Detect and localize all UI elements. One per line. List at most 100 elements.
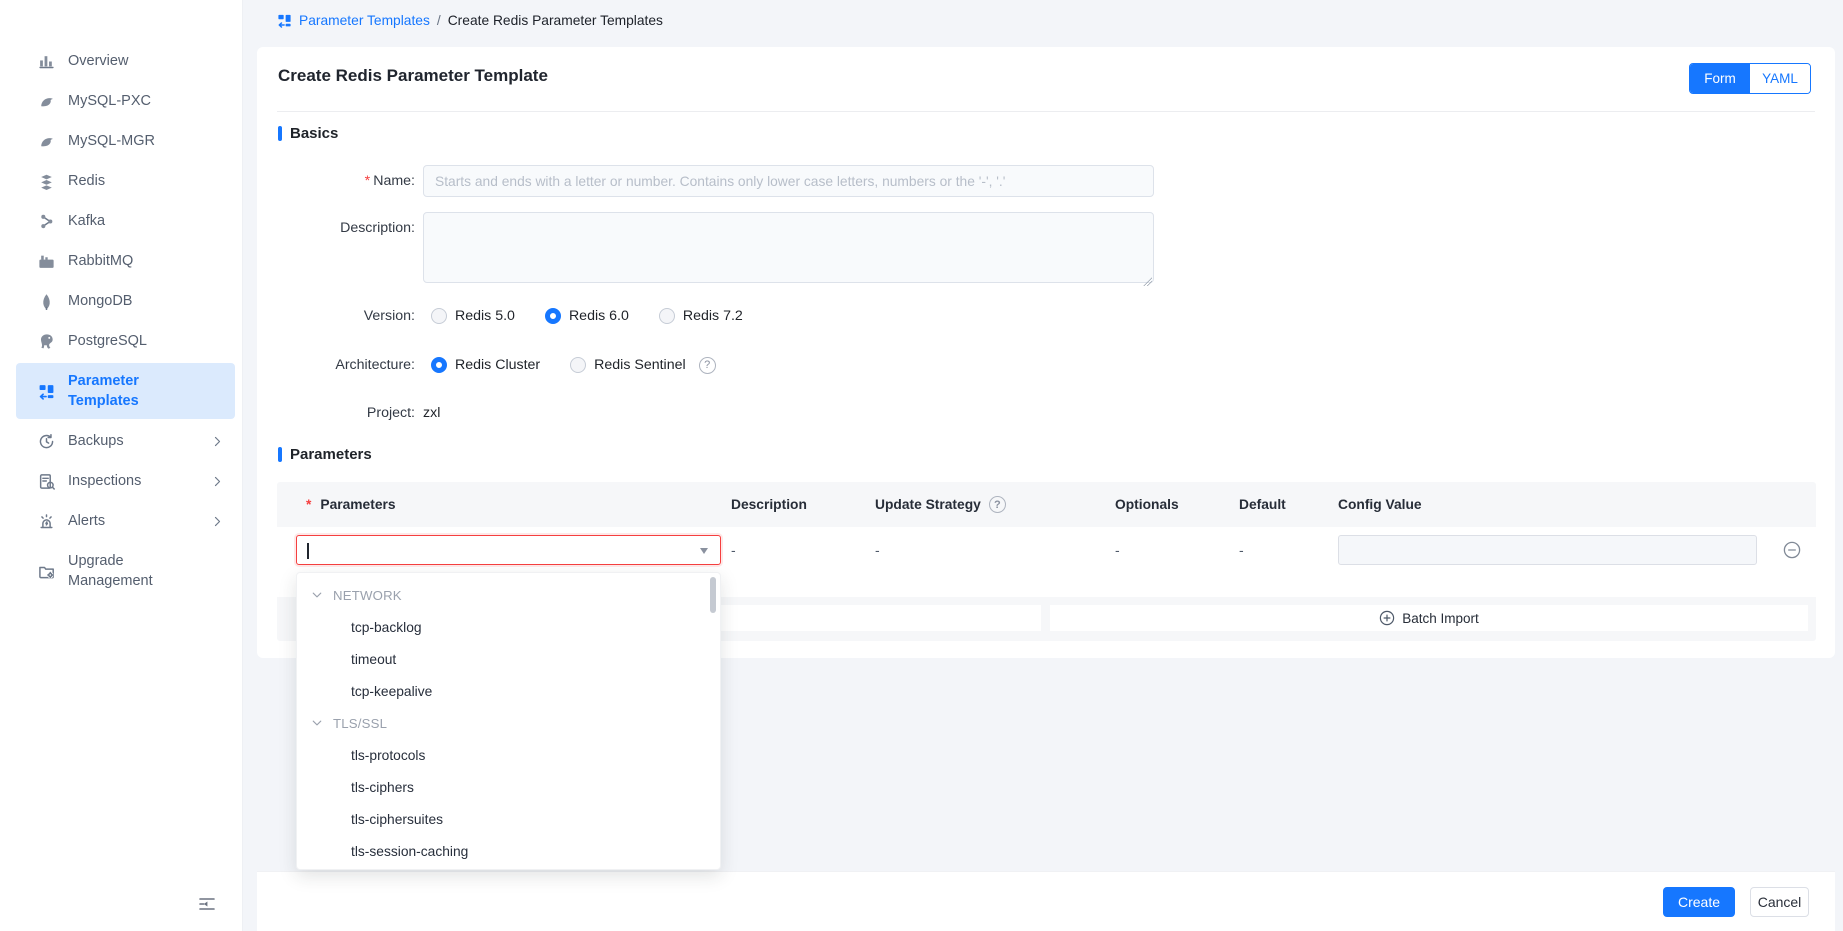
- radio-circle-icon: [659, 308, 675, 324]
- section-accent-bar: [278, 447, 282, 462]
- help-icon[interactable]: ?: [989, 496, 1006, 513]
- table-header-row: *Parameters Description Update Strategy?…: [277, 482, 1816, 527]
- chevron-right-icon: [211, 435, 224, 448]
- architecture-form-row: Architecture: Redis Cluster Redis Sentin…: [257, 349, 1835, 381]
- resize-handle-icon[interactable]: [1143, 277, 1152, 286]
- config-value-input[interactable]: [1338, 535, 1757, 565]
- sidebar-item-label: Redis: [68, 171, 105, 191]
- radio-redis-sentinel[interactable]: Redis Sentinel ?: [570, 357, 716, 374]
- sidebar-item-label: Overview: [68, 51, 128, 71]
- leaf-icon: [38, 293, 55, 310]
- sidebar-item-label: Inspections: [68, 471, 141, 491]
- sidebar-item-upgrade-management[interactable]: Upgrade Management: [0, 541, 242, 601]
- sidebar: Overview MySQL-PXC MySQL-MGR Redis Kafka: [0, 0, 243, 931]
- sidebar-item-parameter-templates[interactable]: Parameter Templates: [0, 361, 242, 421]
- sidebar-item-label: MySQL-PXC: [68, 91, 151, 111]
- sidebar-item-label: MongoDB: [68, 291, 132, 311]
- description-label: Description:: [257, 212, 415, 288]
- description-textarea[interactable]: [423, 212, 1154, 283]
- version-form-row: Version: Redis 5.0 Redis 6.0 Redis 7.2: [257, 300, 1835, 332]
- sidebar-item-overview[interactable]: Overview: [0, 41, 242, 81]
- radio-label: Redis 6.0: [569, 308, 629, 324]
- sidebar-item-backups[interactable]: Backups: [0, 421, 242, 461]
- default-cell: -: [1239, 535, 1338, 565]
- project-form-row: Project: zxl: [257, 397, 1835, 429]
- form-tab[interactable]: Form: [1690, 64, 1750, 93]
- sidebar-item-postgresql[interactable]: PostgreSQL: [0, 321, 242, 361]
- dropdown-option[interactable]: tls-session-caching: [297, 835, 720, 867]
- dropdown-option[interactable]: tls-protocols: [297, 739, 720, 771]
- sidebar-item-label: Backups: [68, 431, 124, 451]
- radio-redis-6-0[interactable]: Redis 6.0: [545, 308, 629, 324]
- radio-circle-icon: [431, 308, 447, 324]
- chevron-right-icon: [211, 475, 224, 488]
- column-header-description: Description: [731, 497, 875, 512]
- factory-icon: [38, 253, 55, 270]
- layers-icon: [38, 173, 55, 190]
- cancel-button[interactable]: Cancel: [1750, 887, 1809, 917]
- create-template-card: Create Redis Parameter Template Form YAM…: [257, 47, 1835, 658]
- sidebar-item-kafka[interactable]: Kafka: [0, 201, 242, 241]
- column-header-config-value: Config Value: [1338, 497, 1773, 512]
- sidebar-item-rabbitmq[interactable]: RabbitMQ: [0, 241, 242, 281]
- description-form-row: Description:: [257, 212, 1835, 288]
- siren-icon: [38, 513, 55, 530]
- remove-row-button[interactable]: [1783, 541, 1801, 559]
- radio-redis-cluster[interactable]: Redis Cluster: [431, 357, 540, 373]
- column-header-optionals: Optionals: [1115, 497, 1239, 512]
- dropdown-group-tls-ssl[interactable]: TLS/SSL: [297, 707, 720, 739]
- app-window: Overview MySQL-PXC MySQL-MGR Redis Kafka: [0, 0, 1843, 931]
- folder-gear-icon: [38, 563, 55, 580]
- dropdown-option[interactable]: tcp-backlog: [297, 611, 720, 643]
- help-icon[interactable]: ?: [699, 357, 716, 374]
- dropdown-group-network[interactable]: NETWORK: [297, 579, 720, 611]
- plus-circle-icon: [1379, 610, 1395, 626]
- breadcrumb-parent-link[interactable]: Parameter Templates: [299, 13, 430, 28]
- radio-circle-icon: [570, 357, 586, 373]
- section-accent-bar: [278, 126, 282, 141]
- sidebar-item-label: Alerts: [68, 511, 105, 531]
- sidebar-item-mongodb[interactable]: MongoDB: [0, 281, 242, 321]
- radio-redis-7-2[interactable]: Redis 7.2: [659, 308, 743, 324]
- restore-clock-icon: [38, 433, 55, 450]
- sidebar-item-label: PostgreSQL: [68, 331, 147, 351]
- radio-redis-5-0[interactable]: Redis 5.0: [431, 308, 515, 324]
- parameter-select[interactable]: [296, 535, 721, 565]
- dropdown-option[interactable]: tcp-keepalive: [297, 675, 720, 707]
- update-strategy-cell: -: [875, 535, 1115, 565]
- sidebar-item-label: RabbitMQ: [68, 251, 133, 271]
- yaml-tab[interactable]: YAML: [1750, 64, 1810, 93]
- batch-import-button[interactable]: Batch Import: [1050, 605, 1808, 631]
- parameters-section-title: Parameters: [290, 446, 372, 463]
- sidebar-item-mysql-mgr[interactable]: MySQL-MGR: [0, 121, 242, 161]
- elephant-icon: [38, 333, 55, 350]
- chevron-down-icon: [311, 589, 323, 601]
- sidebar-item-inspections[interactable]: Inspections: [0, 461, 242, 501]
- radio-circle-icon: [545, 308, 561, 324]
- name-label: *Name:: [257, 165, 415, 197]
- optionals-cell: -: [1115, 535, 1239, 565]
- parameter-template-icon: [38, 383, 55, 400]
- radio-circle-icon: [431, 357, 447, 373]
- dropdown-option[interactable]: tls-ciphers: [297, 771, 720, 803]
- action-bar: Create Cancel: [257, 871, 1835, 931]
- sidebar-item-redis[interactable]: Redis: [0, 161, 242, 201]
- create-button[interactable]: Create: [1663, 887, 1735, 917]
- title-divider: [277, 111, 1815, 112]
- sidebar-item-mysql-pxc[interactable]: MySQL-PXC: [0, 81, 242, 121]
- radio-label: Redis Sentinel: [594, 357, 686, 373]
- name-input[interactable]: [423, 165, 1154, 197]
- sidebar-menu: Overview MySQL-PXC MySQL-MGR Redis Kafka: [0, 0, 242, 601]
- view-toggle: Form YAML: [1689, 63, 1811, 94]
- radio-label: Redis 7.2: [683, 308, 743, 324]
- breadcrumb-separator: /: [437, 13, 441, 28]
- column-header-default: Default: [1239, 497, 1338, 512]
- project-label: Project:: [257, 397, 415, 429]
- dropdown-option[interactable]: tls-ciphersuites: [297, 803, 720, 835]
- sidebar-collapse-icon[interactable]: [196, 893, 218, 915]
- sidebar-item-alerts[interactable]: Alerts: [0, 501, 242, 541]
- chevron-down-icon: [311, 717, 323, 729]
- dropdown-scrollbar[interactable]: [710, 577, 716, 613]
- sidebar-item-label: MySQL-MGR: [68, 131, 155, 151]
- dropdown-option[interactable]: timeout: [297, 643, 720, 675]
